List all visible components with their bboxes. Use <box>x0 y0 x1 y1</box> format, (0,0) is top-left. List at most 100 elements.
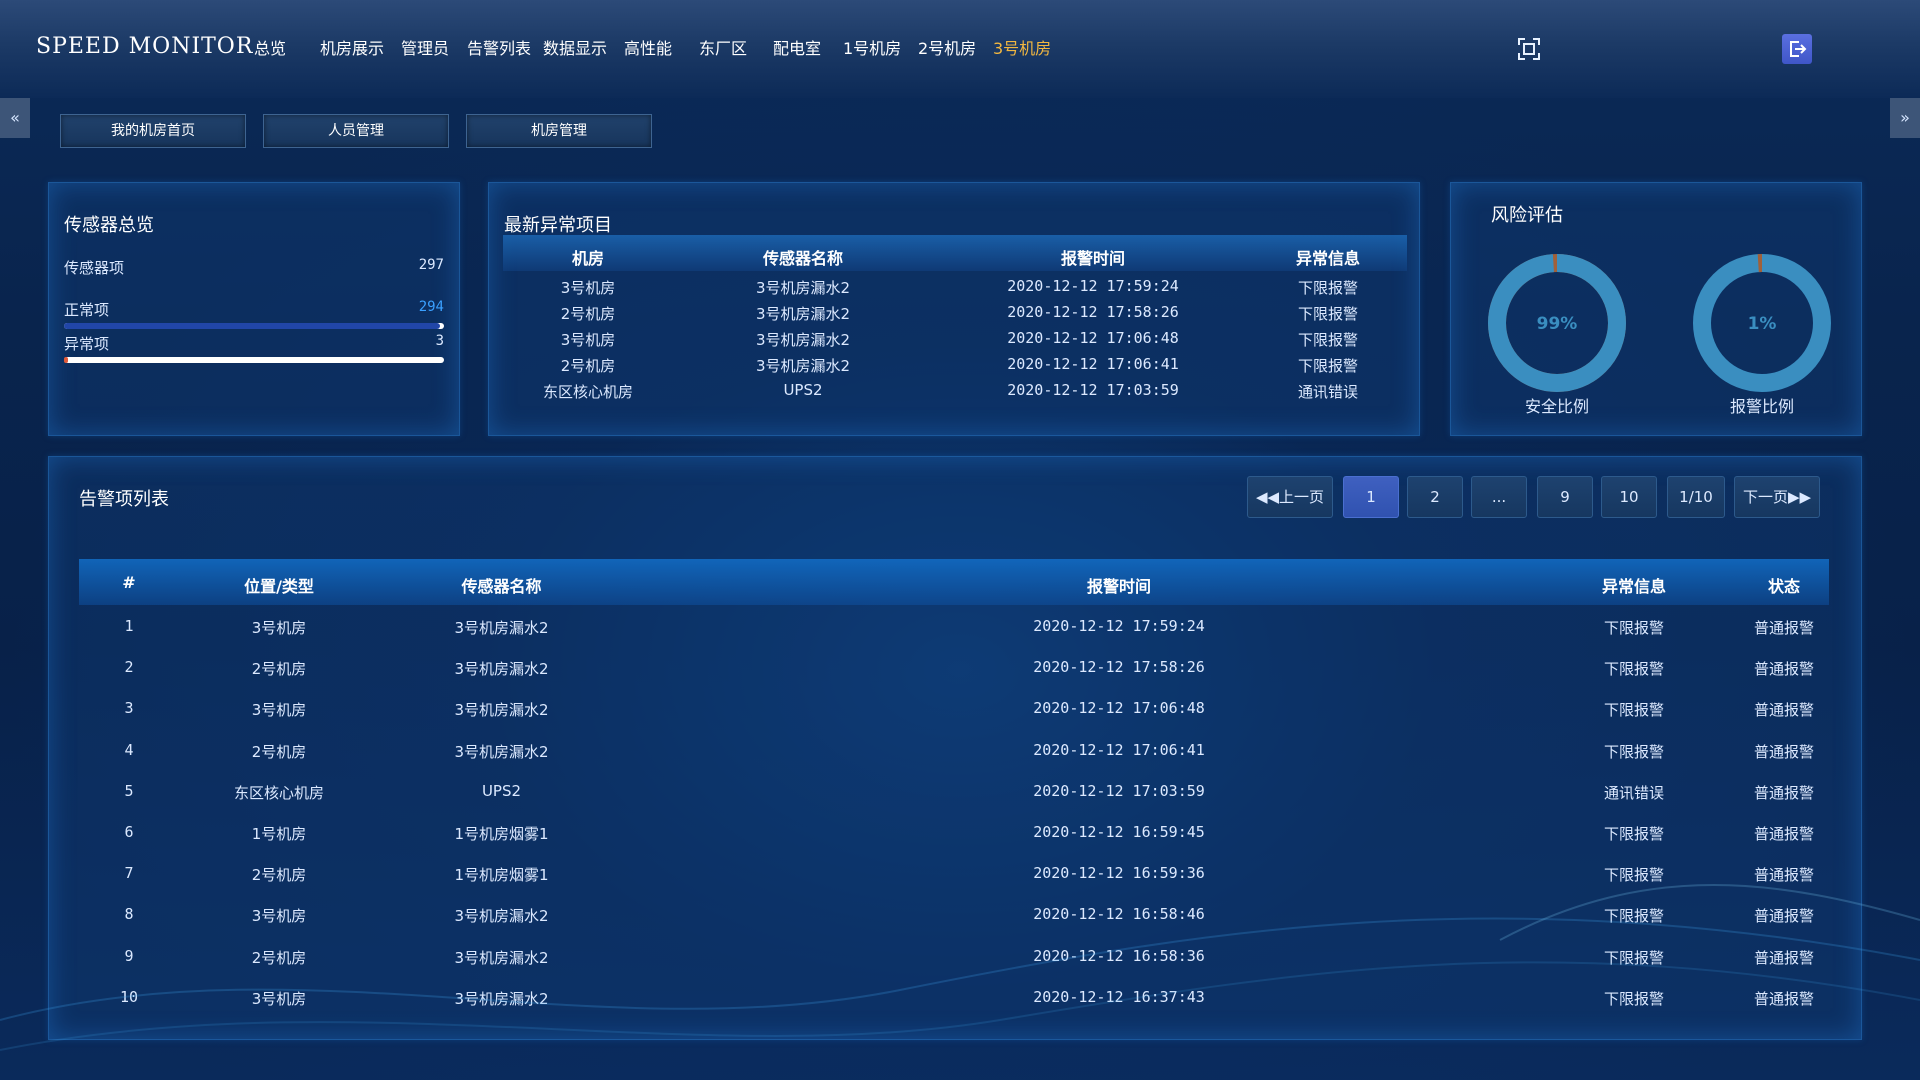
nav-item-room-3[interactable]: 3号机房 <box>993 30 1051 68</box>
alarm-ratio-donut: 1% <box>1693 254 1831 392</box>
location-cell: 3号机房 <box>251 907 307 926</box>
normal-progress-fill <box>64 323 441 329</box>
next-page-button[interactable]: 下一页▶▶ <box>1734 476 1820 518</box>
location-cell: 2号机房 <box>251 660 307 679</box>
abnormal-info-cell: 下限报警 <box>1603 660 1664 679</box>
table-row[interactable]: 4 2号机房 3号机房漏水2 2020-12-12 17:06:41 下限报警 普通报警 <box>79 731 1829 771</box>
normal-row: 正常项 294 <box>64 299 444 320</box>
sensor-name-cell: 3号机房漏水2 <box>454 907 549 926</box>
nav-item-alarm-list[interactable]: 告警列表 <box>467 30 531 68</box>
sensor-name-cell: 3号机房漏水2 <box>755 331 851 349</box>
abnormal-info-cell: 下限报警 <box>1297 357 1358 375</box>
status-cell: 普通报警 <box>1753 825 1814 843</box>
total-value: 297 <box>418 257 444 273</box>
staff-management-button[interactable]: 人员管理 <box>263 114 449 148</box>
page-ellipsis-button[interactable]: ... <box>1471 476 1527 518</box>
abnormal-info-cell: 下限报警 <box>1603 619 1664 637</box>
table-row[interactable]: 9 2号机房 3号机房漏水2 2020-12-12 16:58:36 下限报警 普通报警 <box>79 937 1829 977</box>
sensor-name-cell: 3号机房漏水2 <box>755 305 851 323</box>
fullscreen-icon[interactable] <box>1518 38 1540 60</box>
nav-item-admin[interactable]: 管理员 <box>401 30 449 68</box>
status-cell: 普通报警 <box>1753 742 1814 761</box>
index-cell: 6 <box>124 823 134 841</box>
col-sensor-name: 传感器名称 <box>762 249 843 268</box>
status-cell: 普通报警 <box>1753 948 1814 967</box>
table-row[interactable]: 8 3号机房 3号机房漏水2 2020-12-12 16:58:46 下限报警 普通报警 <box>79 895 1829 935</box>
nav-item-room-1[interactable]: 1号机房 <box>843 30 901 68</box>
table-row[interactable]: 5 东区核心机房 UPS2 2020-12-12 17:03:59 通讯错误 普通报警 <box>79 772 1829 812</box>
table-row[interactable]: 6 1号机房 1号机房烟雾1 2020-12-12 16:59:45 下限报警 普通报警 <box>79 813 1829 853</box>
collapse-right-arrow-icon[interactable]: » <box>1890 98 1920 138</box>
sensor-name-cell: 3号机房漏水2 <box>755 357 851 375</box>
next-arrow-icon: ▶▶ <box>1787 488 1812 506</box>
alarm-time-cell: 2020-12-12 17:03:59 <box>1007 381 1179 399</box>
alarm-time-cell: 2020-12-12 17:06:41 <box>1033 740 1205 759</box>
collapse-left-arrow-icon[interactable]: « <box>0 98 30 138</box>
nav-item-overview[interactable]: 总览 <box>230 30 310 68</box>
top-header: SPEED MONITOR 总览 机房展示 管理员 告警列表 数据显示 高性能 … <box>0 0 1920 98</box>
nav-item-data-display[interactable]: 数据显示 <box>543 30 607 68</box>
table-row[interactable]: 1 3号机房 3号机房漏水2 2020-12-12 17:59:24 下限报警 普通报警 <box>79 607 1829 647</box>
col-alarm-time: 报警时间 <box>1086 577 1151 596</box>
page-button-9[interactable]: 9 <box>1537 476 1593 518</box>
alarm-time-cell: 2020-12-12 16:37:43 <box>1033 987 1205 1006</box>
nav-item-room-display[interactable]: 机房展示 <box>320 30 384 68</box>
alarm-table-header: # 位置/类型 传感器名称 报警时间 异常信息 状态 <box>79 559 1829 605</box>
alarm-time-cell: 2020-12-12 17:06:48 <box>1033 699 1205 718</box>
latest-abnormal-title: 最新异常项目 <box>504 215 612 236</box>
status-cell: 普通报警 <box>1753 907 1814 926</box>
location-cell: 2号机房 <box>251 866 307 885</box>
nav-item-high-performance[interactable]: 高性能 <box>624 30 672 68</box>
risk-assessment-panel: 风险评估 99% 安全比例 1% 报警比例 <box>1450 182 1862 436</box>
room-cell: 2号机房 <box>560 357 616 375</box>
nav-item-room-2[interactable]: 2号机房 <box>918 30 976 68</box>
abnormal-row: 2号机房 3号机房漏水2 2020-12-12 17:06:41 下限报警 <box>503 351 1407 377</box>
alarm-time-cell: 2020-12-12 16:58:36 <box>1033 946 1205 965</box>
alarm-time-cell: 2020-12-12 16:58:46 <box>1033 905 1205 924</box>
abnormal-row: 异常项 3 <box>64 333 444 354</box>
table-row[interactable]: 3 3号机房 3号机房漏水2 2020-12-12 17:06:48 下限报警 普通报警 <box>79 689 1829 729</box>
nav-item-east-plant[interactable]: 东厂区 <box>699 30 747 68</box>
nav-item-power-room[interactable]: 配电室 <box>773 30 821 68</box>
my-room-home-button[interactable]: 我的机房首页 <box>60 114 246 148</box>
room-management-button[interactable]: 机房管理 <box>466 114 652 148</box>
prev-page-button[interactable]: ◀◀上一页 <box>1247 476 1333 518</box>
index-cell: 4 <box>124 740 134 759</box>
alarm-time-cell: 2020-12-12 16:59:36 <box>1033 864 1205 883</box>
page-button-2[interactable]: 2 <box>1407 476 1463 518</box>
col-abnormal-info: 异常信息 <box>1601 577 1666 596</box>
index-cell: 10 <box>119 987 139 1006</box>
alarm-list-title: 告警项列表 <box>79 489 169 510</box>
page-button-1[interactable]: 1 <box>1343 476 1399 518</box>
prev-arrow-icon: ◀◀ <box>1255 488 1280 506</box>
alarm-time-cell: 2020-12-12 17:59:24 <box>1007 277 1179 295</box>
col-alarm-time: 报警时间 <box>1060 249 1125 268</box>
abnormal-info-cell: 下限报警 <box>1603 825 1664 843</box>
abnormal-row: 3号机房 3号机房漏水2 2020-12-12 17:06:48 下限报警 <box>503 325 1407 351</box>
alarm-time-cell: 2020-12-12 17:59:24 <box>1033 617 1205 635</box>
alarm-time-cell: 2020-12-12 17:06:41 <box>1007 355 1179 373</box>
location-cell: 3号机房 <box>251 619 307 637</box>
abnormal-info-cell: 下限报警 <box>1603 866 1664 885</box>
abnormal-progress-bar <box>64 357 444 363</box>
page-info: 1/10 <box>1667 476 1725 518</box>
alarm-ratio-label: 报警比例 <box>1729 397 1794 416</box>
abnormal-info-cell: 通讯错误 <box>1297 383 1358 401</box>
sensor-name-cell: UPS2 <box>481 781 522 800</box>
table-row[interactable]: 2 2号机房 3号机房漏水2 2020-12-12 17:58:26 下限报警 普通报警 <box>79 648 1829 688</box>
table-row[interactable]: 7 2号机房 1号机房烟雾1 2020-12-12 16:59:36 下限报警 普通报警 <box>79 854 1829 894</box>
abnormal-info-cell: 下限报警 <box>1603 742 1664 761</box>
abnormal-info-cell: 下限报警 <box>1297 279 1358 297</box>
col-room: 机房 <box>571 249 604 268</box>
abnormal-table-header: 机房 传感器名称 报警时间 异常信息 <box>503 235 1407 271</box>
sensor-name-cell: 3号机房漏水2 <box>454 660 549 679</box>
table-row[interactable]: 10 3号机房 3号机房漏水2 2020-12-12 16:37:43 下限报警 普通报警 <box>79 978 1829 1018</box>
logout-icon[interactable] <box>1782 34 1812 64</box>
abnormal-info-cell: 下限报警 <box>1297 305 1358 323</box>
abnormal-info-cell: 下限报警 <box>1297 331 1358 349</box>
sensor-overview-panel: 传感器总览 传感器项 297 正常项 294 异常项 3 <box>48 182 460 436</box>
risk-title: 风险评估 <box>1491 205 1563 226</box>
safe-ratio-donut: 99% <box>1488 254 1626 392</box>
alarm-time-cell: 2020-12-12 17:58:26 <box>1033 658 1205 677</box>
page-button-10[interactable]: 10 <box>1601 476 1657 518</box>
